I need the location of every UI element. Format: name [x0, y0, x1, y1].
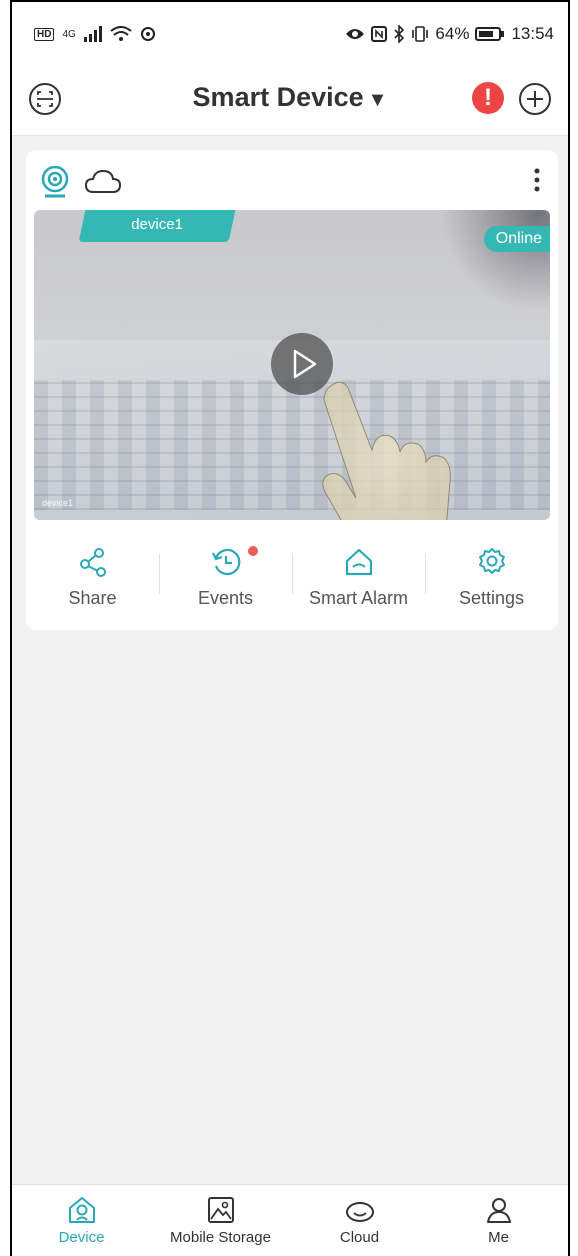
image-icon — [207, 1197, 234, 1223]
more-icon[interactable] — [534, 168, 540, 192]
home-alarm-icon — [345, 548, 372, 576]
clock: 13:54 — [511, 24, 554, 43]
phone-frame: HD 4G 64% 13:54 Smart Device ▼ ! device1… — [10, 0, 570, 1256]
network-label: 4G — [62, 28, 76, 40]
status-badge: Online — [483, 226, 550, 252]
device-icon — [68, 1197, 95, 1223]
signal-icon — [83, 26, 102, 42]
settings-label: Settings — [458, 588, 525, 608]
preview-watermark: device1 — [42, 498, 74, 508]
device-name-tag: device1 — [78, 210, 236, 242]
smart-alarm-label: Smart Alarm — [308, 588, 409, 608]
nav-cloud-label: Cloud — [339, 1229, 380, 1246]
events-label: Events — [197, 588, 254, 608]
smart-alarm-button[interactable]: Smart Alarm — [292, 540, 425, 620]
status-bar: HD 4G 64% 13:54 — [12, 2, 568, 64]
events-button[interactable]: Events — [159, 540, 292, 620]
app-header: Smart Device ▼ ! — [12, 64, 568, 136]
nav-me-label: Me — [488, 1229, 509, 1246]
cloud-icon[interactable] — [84, 168, 122, 196]
nav-device-label: Device — [58, 1229, 105, 1246]
device-name: device1 — [131, 216, 184, 233]
nav-device[interactable]: Device — [12, 1185, 151, 1256]
nav-cloud[interactable]: Cloud — [290, 1185, 429, 1256]
add-icon[interactable] — [518, 82, 552, 116]
tap-gesture-hint — [322, 381, 451, 520]
hd-badge: HD — [34, 27, 55, 41]
wifi-icon — [110, 26, 132, 41]
person-icon — [486, 1198, 511, 1223]
new-events-badge — [247, 546, 258, 556]
page-title-text: Smart Device — [192, 82, 364, 112]
bluetooth-icon — [394, 25, 405, 43]
share-icon — [79, 548, 106, 577]
nav-mobile-storage-label: Mobile Storage — [170, 1229, 271, 1246]
device-actions: Share Events Smart Alarm Settings — [26, 540, 558, 620]
eye-icon — [346, 29, 365, 39]
dropdown-caret-icon: ▼ — [367, 89, 388, 111]
vibrate-icon — [412, 26, 429, 42]
nav-mobile-storage[interactable]: Mobile Storage — [151, 1185, 290, 1256]
cloud-icon — [345, 1202, 374, 1222]
battery-icon — [475, 27, 505, 41]
settings-button[interactable]: Settings — [425, 540, 558, 620]
device-card: device1 Online device1 Share Events Smar… — [26, 150, 558, 630]
gear-icon — [478, 548, 505, 574]
nav-me[interactable]: Me — [429, 1185, 568, 1256]
history-icon — [211, 548, 240, 576]
live-preview[interactable]: device1 Online device1 — [34, 210, 550, 520]
location-icon — [140, 27, 155, 41]
alert-icon[interactable]: ! — [472, 82, 504, 114]
share-button[interactable]: Share — [26, 540, 159, 620]
device-card-toolbar — [26, 150, 558, 208]
bottom-nav: Device Mobile Storage Cloud Me — [12, 1184, 568, 1256]
share-label: Share — [68, 588, 117, 608]
nfc-icon — [371, 26, 388, 42]
play-icon[interactable] — [271, 333, 333, 395]
battery-percent: 64% — [435, 24, 470, 43]
camera-icon[interactable] — [40, 166, 70, 198]
